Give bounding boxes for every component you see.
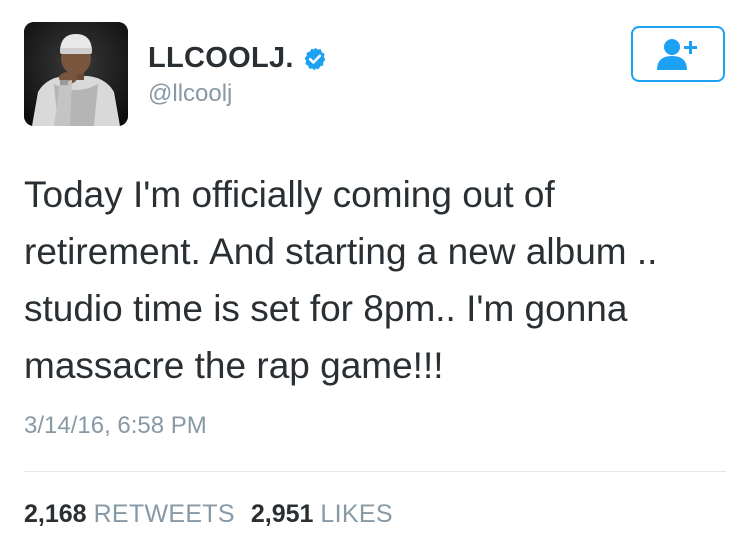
divider <box>24 471 726 472</box>
profile-photo-icon <box>24 22 128 126</box>
tweet-text: Today I'm officially coming out of retir… <box>24 174 658 386</box>
retweets-stat[interactable]: 2,168 RETWEETS <box>24 500 235 529</box>
tweet-stats: 2,168 RETWEETS 2,951 LIKES <box>24 500 393 529</box>
likes-label: LIKES <box>320 500 393 528</box>
likes-stat[interactable]: 2,951 LIKES <box>251 500 393 529</box>
user-handle[interactable]: @llcoolj <box>148 80 232 108</box>
retweets-count: 2,168 <box>24 500 87 528</box>
avatar[interactable] <box>24 22 128 126</box>
retweets-label: RETWEETS <box>93 500 235 528</box>
name-row: LLCOOLJ. <box>148 42 328 75</box>
likes-count: 2,951 <box>250 500 314 528</box>
tweet-card: LLCOOLJ. @llcoolj Today I'm officially c… <box>0 0 750 559</box>
display-name[interactable]: LLCOOLJ. <box>148 42 294 75</box>
tweet-timestamp[interactable]: 3/14/16, 6:58 PM <box>24 412 207 440</box>
follow-button[interactable] <box>631 26 725 82</box>
verified-badge-icon <box>302 46 328 72</box>
add-user-icon <box>657 39 697 70</box>
